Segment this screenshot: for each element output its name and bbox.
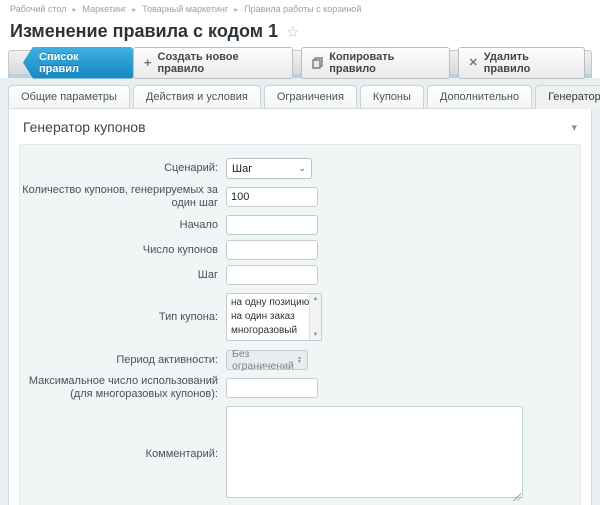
step-label: Шаг — [20, 269, 226, 282]
content-band: Общие параметры Действия и условия Огран… — [0, 78, 600, 505]
chevron-down-icon: ⌄ — [298, 163, 306, 174]
listbox-scrollbar[interactable]: ▲ ▼ — [309, 294, 321, 340]
toolbar-actions: + Создать новое правило Копировать прави… — [133, 47, 585, 79]
form-row-step: Шаг — [20, 265, 580, 285]
form-row-scenario: Сценарий: Шаг ⌄ — [20, 158, 580, 179]
comment-textarea[interactable] — [226, 406, 523, 498]
breadcrumb-item-product-marketing[interactable]: Товарный маркетинг — [142, 4, 228, 14]
coupon-type-option[interactable]: на одну позицию заказа — [231, 296, 309, 310]
resize-grip[interactable] — [512, 492, 521, 501]
coupon-type-listbox[interactable]: на одну позицию заказа на один заказ мно… — [226, 293, 322, 341]
panel-header: Генератор купонов ▾ — [9, 109, 591, 144]
breadcrumb-separator-icon: ▸ — [132, 5, 136, 14]
copy-icon — [312, 57, 323, 69]
breadcrumb-item-desktop[interactable]: Рабочий стол — [10, 4, 67, 14]
copy-rule-label: Копировать правило — [329, 51, 438, 75]
coupon-generator-form: Сценарий: Шаг ⌄ Количество купонов, гене… — [19, 144, 581, 505]
tab-actions-conditions[interactable]: Действия и условия — [133, 85, 261, 108]
scroll-up-icon[interactable]: ▲ — [313, 296, 319, 302]
title-row: Изменение правила с кодом 1 ☆ — [0, 16, 600, 50]
step-input[interactable] — [226, 265, 318, 285]
scenario-label: Сценарий: — [20, 162, 226, 175]
breadcrumb-item-marketing[interactable]: Маркетинг — [83, 4, 127, 14]
form-row-coupons-per-step: Количество купонов, генерируемых за один… — [20, 184, 580, 210]
coupon-type-option[interactable]: на один заказ — [231, 310, 309, 324]
form-row-comment: Комментарий: — [20, 406, 580, 503]
breadcrumb: Рабочий стол ▸ Маркетинг ▸ Товарный марк… — [0, 0, 600, 16]
toolbar: Список правил + Создать новое правило Ко… — [8, 50, 592, 78]
tab-restrictions[interactable]: Ограничения — [264, 85, 357, 108]
tab-coupons[interactable]: Купоны — [360, 85, 424, 108]
form-row-active-period: Период активности: Без ограничений ▲▼ — [20, 350, 580, 370]
coupon-type-option[interactable]: многоразовый — [231, 324, 309, 338]
comment-textarea-wrap — [226, 406, 523, 503]
coupon-count-label: Число купонов — [20, 244, 226, 257]
page-title: Изменение правила с кодом 1 — [10, 21, 278, 42]
breadcrumb-separator-icon: ▸ — [234, 5, 238, 14]
form-row-coupon-count: Число купонов — [20, 240, 580, 260]
tab-bar: Общие параметры Действия и условия Огран… — [8, 85, 592, 108]
form-row-start: Начало — [20, 215, 580, 235]
create-rule-button[interactable]: + Создать новое правило — [133, 47, 293, 79]
create-rule-label: Создать новое правило — [158, 51, 283, 75]
tab-additional[interactable]: Дополнительно — [427, 85, 532, 108]
form-row-coupon-type: Тип купона: на одну позицию заказа на од… — [20, 293, 580, 341]
coupon-type-label: Тип купона: — [20, 311, 226, 324]
favorite-star-icon[interactable]: ☆ — [286, 23, 299, 41]
active-period-select[interactable]: Без ограничений ▲▼ — [226, 350, 308, 370]
breadcrumb-separator-icon: ▸ — [73, 5, 77, 14]
scenario-select[interactable]: Шаг ⌄ — [226, 158, 312, 179]
coupon-type-options: на одну позицию заказа на один заказ мно… — [227, 294, 309, 340]
coupons-per-step-input[interactable] — [226, 187, 318, 207]
active-period-selected-value: Без ограничений — [232, 348, 297, 372]
form-row-max-use: Максимальное число использований (для мн… — [20, 375, 580, 401]
tab-general-parameters[interactable]: Общие параметры — [8, 85, 130, 108]
close-icon: ✕ — [469, 56, 478, 69]
start-label: Начало — [20, 219, 226, 232]
coupons-per-step-label: Количество купонов, генерируемых за один… — [20, 184, 226, 210]
collapse-section-icon[interactable]: ▾ — [571, 121, 577, 134]
scenario-selected-value: Шаг — [232, 163, 252, 175]
select-spinner-icon: ▲▼ — [297, 356, 302, 364]
rules-list-button[interactable]: Список правил — [23, 47, 133, 79]
copy-rule-button[interactable]: Копировать правило — [301, 47, 449, 79]
delete-rule-label: Удалить правило — [484, 51, 574, 75]
plus-icon: + — [144, 58, 152, 68]
start-input[interactable] — [226, 215, 318, 235]
max-use-input[interactable] — [226, 378, 318, 398]
coupon-count-input[interactable] — [226, 240, 318, 260]
tab-coupon-generator[interactable]: Генератор купонов — [535, 85, 600, 109]
scroll-down-icon[interactable]: ▼ — [313, 332, 319, 338]
coupon-generator-panel: Генератор купонов ▾ Сценарий: Шаг ⌄ Коли… — [8, 108, 592, 505]
active-period-label: Период активности: — [20, 354, 226, 367]
max-use-label: Максимальное число использований (для мн… — [20, 375, 226, 401]
comment-label: Комментарий: — [20, 448, 226, 461]
panel-title: Генератор купонов — [23, 119, 146, 135]
delete-rule-button[interactable]: ✕ Удалить правило — [458, 47, 585, 79]
breadcrumb-item-cart-rules[interactable]: Правила работы с корзиной — [244, 4, 361, 14]
